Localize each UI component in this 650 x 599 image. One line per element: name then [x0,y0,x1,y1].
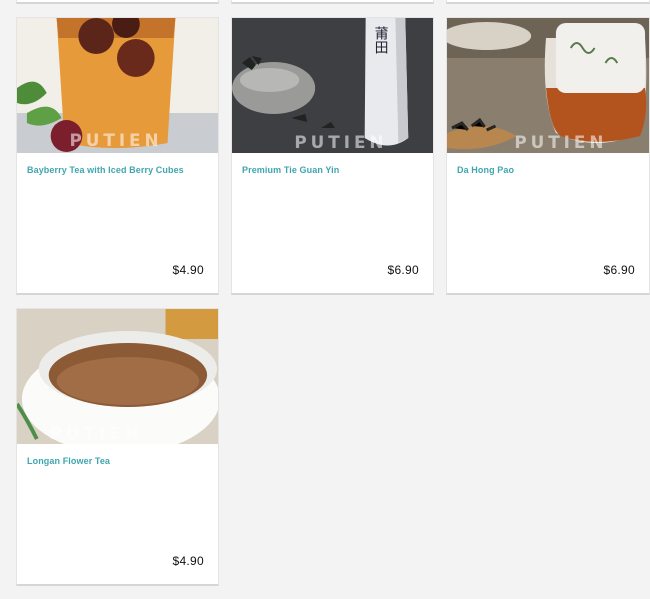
product-card[interactable]: PUTIEN Bayberry Tea with Iced Berry Cube… [16,17,219,295]
product-photo[interactable]: 莆田 PUTIEN [232,18,433,153]
product-price: $6.90 [387,263,419,277]
product-price: $4.90 [172,263,204,277]
watermark-text: PUTIEN [69,130,162,150]
product-photo[interactable]: PUTIEN [17,309,218,444]
product-card[interactable]: 莆田 PUTIEN Premium Tie Guan Yin $6.90 [231,17,434,295]
watermark-text: PUTIEN [50,423,143,443]
product-card[interactable]: PUTIEN Da Hong Pao $6.90 [446,17,650,295]
card-stub [446,0,650,4]
card-stub [231,0,434,4]
product-card[interactable]: PUTIEN Longan Flower Tea $4.90 [16,308,219,586]
product-name-link[interactable]: Longan Flower Tea [27,456,210,466]
product-name-link[interactable]: Premium Tie Guan Yin [242,165,425,175]
product-photo[interactable]: PUTIEN [447,18,649,153]
watermark-text: PUTIEN [514,132,607,152]
card-stub [16,0,219,4]
product-price: $4.90 [172,554,204,568]
product-name-link[interactable]: Da Hong Pao [457,165,641,175]
watermark-text: PUTIEN [294,132,387,152]
product-price: $6.90 [603,263,635,277]
product-photo[interactable]: PUTIEN [17,18,218,153]
bottle-label: 莆田 [373,26,389,54]
product-name-link[interactable]: Bayberry Tea with Iced Berry Cubes [27,165,210,175]
